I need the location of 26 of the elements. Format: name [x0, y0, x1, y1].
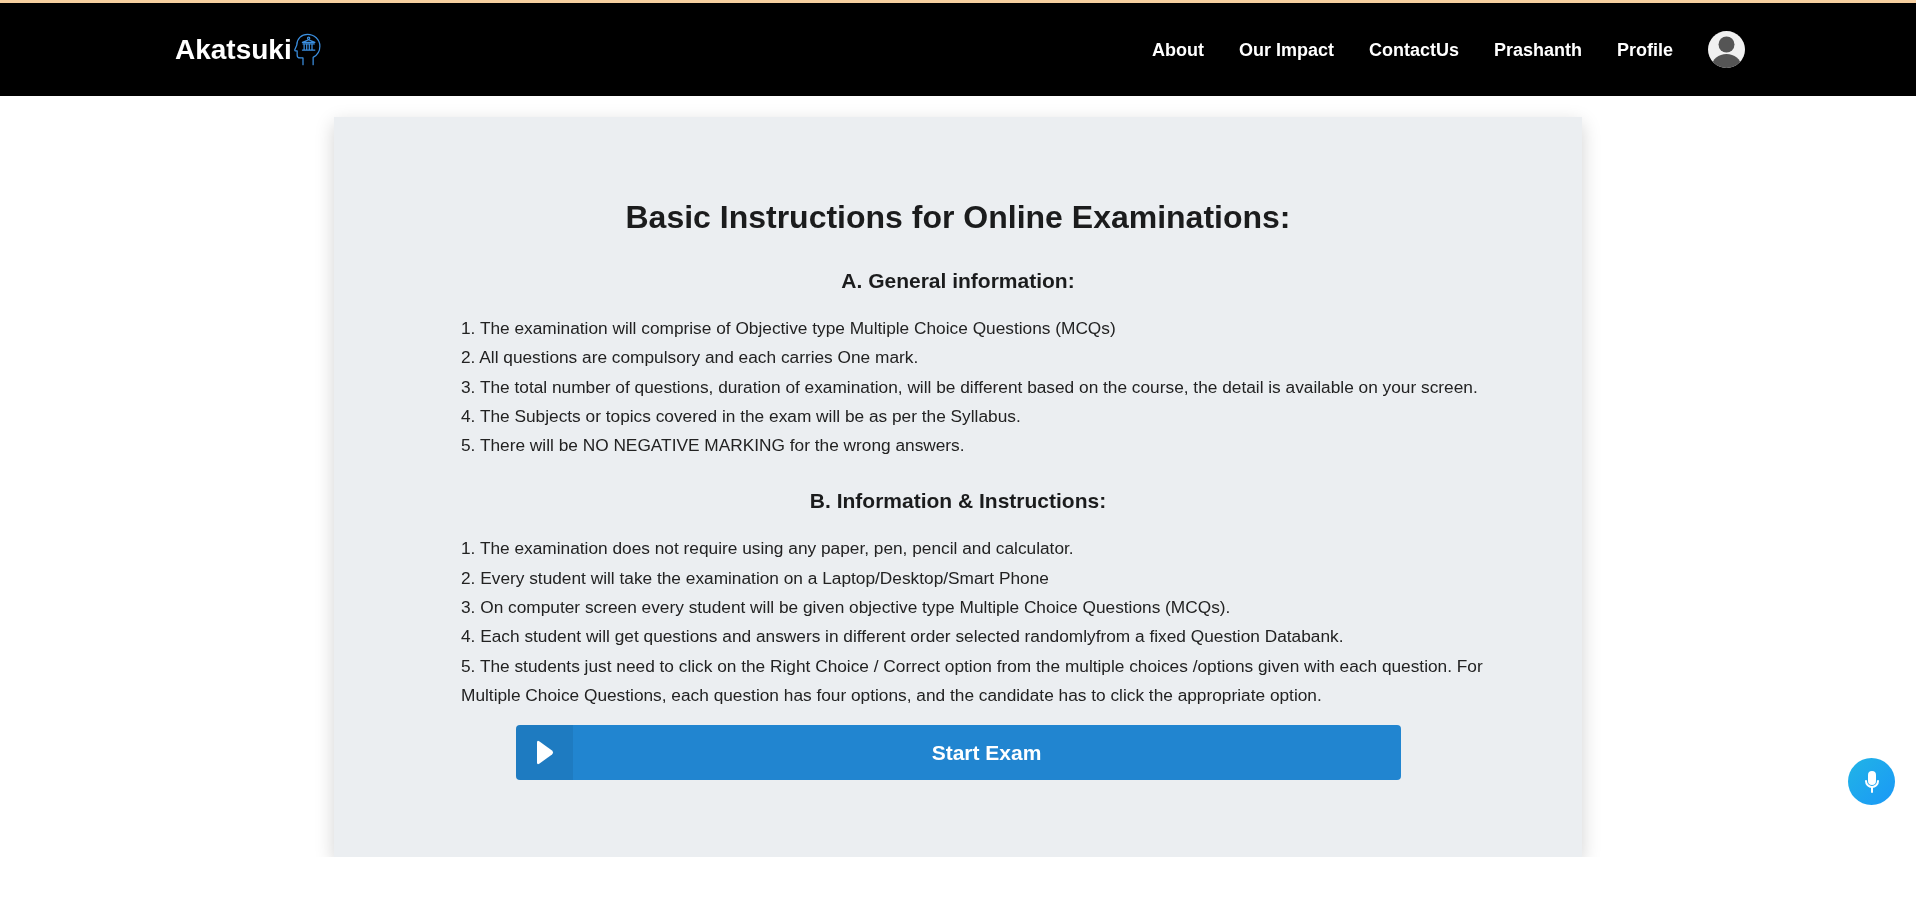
avatar-icon[interactable] [1708, 31, 1745, 68]
play-icon [515, 725, 573, 781]
start-exam-button[interactable]: Start Exam [515, 725, 1401, 781]
instruction-item: 2. Every student will take the examination on a Laptop/Desktop/Smart Phone [461, 566, 1049, 590]
brand-name: Akatsuki [175, 32, 292, 67]
microphone-button[interactable] [1848, 758, 1895, 805]
nav-link[interactable]: Prashanth [1493, 38, 1582, 61]
nav-link[interactable]: ContactUs [1368, 38, 1459, 61]
section-heading: A. General information: [841, 268, 1075, 294]
instruction-item: 3. The total number of questions, duration of examination, will be different based on the course, the detail is available on your screen. [461, 375, 1478, 399]
nav-link[interactable]: About [1151, 38, 1204, 61]
microphone-icon [1864, 770, 1879, 793]
head-network-icon [293, 33, 321, 66]
section-heading: B. Information & Instructions: [809, 488, 1107, 515]
instruction-item: 1. The examination will comprise of Objective type Multiple Choice Questions (MCQs) [461, 317, 1116, 340]
page-title: Basic Instructions for Online Examinations: [624, 198, 1292, 237]
nav-link[interactable]: Profile [1617, 38, 1673, 61]
instruction-item: 4. Each student will get questions and answers in different order selected randomlyfrom a fixed Question Databank. [461, 625, 1344, 649]
instruction-item: 1. The examination does not require using any paper, pen, pencil and calculator. [461, 537, 1074, 561]
nav-link[interactable]: Our Impact [1238, 38, 1334, 61]
brand-logo[interactable]: Akatsuki [175, 32, 321, 67]
instruction-item: 5. The students just need to click on the Right Choice / Correct option from the multiple choices /options given with each question. For Multiple Choice Questions, each question has four options, and the candidate has to click the appropriate option. [461, 654, 1484, 707]
instruction-item: 4. The Subjects or topics covered in the exam will be as per the Syllabus. [461, 404, 1021, 428]
instruction-item: 3. On computer screen every student will be given objective type Multiple Choice Questions (MCQs). [461, 596, 1231, 620]
instruction-item: 2. All questions are compulsory and each carries One mark. [461, 346, 919, 370]
instruction-item: 5. There will be NO NEGATIVE MARKING for the wrong answers. [461, 434, 965, 458]
